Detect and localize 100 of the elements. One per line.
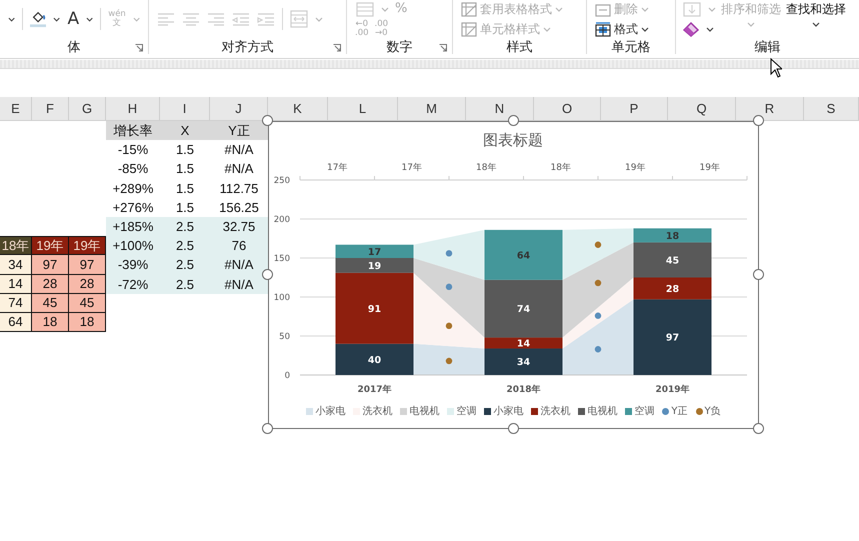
dialog-launcher-icon[interactable] — [333, 44, 341, 52]
legend-label: Y正 — [671, 405, 688, 418]
column-header[interactable]: O — [534, 97, 601, 120]
axis-label: 100 — [274, 293, 290, 303]
table-cell: #N/A — [210, 274, 268, 294]
table-cell: 74 — [0, 294, 32, 313]
table-cell: 28 — [69, 274, 106, 294]
caret-icon[interactable] — [8, 16, 16, 22]
column-header[interactable]: P — [601, 97, 668, 120]
table-header: X — [160, 121, 210, 140]
column-header[interactable]: G — [69, 97, 106, 120]
table-cell-text: -85% — [116, 160, 150, 178]
group-label: 样式 — [506, 39, 532, 56]
table-cell-text: 1.5 — [174, 160, 196, 178]
table-cell-text: -15% — [116, 141, 150, 160]
table-header: 19年 — [32, 236, 69, 256]
column-header[interactable]: L — [328, 97, 398, 120]
table-header: 19年 — [69, 236, 106, 256]
caret-icon[interactable] — [641, 26, 649, 32]
table-cell: 18 — [69, 312, 106, 332]
font-color-button[interactable]: A — [68, 9, 80, 29]
table-cell: 2.5 — [160, 216, 210, 236]
group-label: 单元格 — [612, 39, 650, 56]
legend-label: 电视机 — [587, 404, 618, 418]
legend-label: 小家电 — [315, 404, 346, 418]
table-cell-text: +276% — [112, 198, 154, 217]
legend-label: Y负 — [704, 405, 721, 418]
caret-icon[interactable] — [53, 16, 60, 22]
dialog-launcher-icon[interactable] — [439, 44, 447, 52]
column-header[interactable]: H — [106, 97, 160, 120]
legend-label: 洗衣机 — [540, 404, 570, 418]
table-header: 增长率 — [106, 121, 160, 140]
table-header: 18年 — [0, 236, 32, 256]
table-cell-text: 1.5 — [174, 180, 196, 198]
axis-label: 150 — [274, 254, 290, 264]
resize-handle[interactable] — [508, 423, 518, 434]
caret-icon[interactable] — [86, 16, 94, 22]
table-cell-text: 1.5 — [174, 198, 196, 217]
column-header[interactable]: F — [32, 97, 69, 120]
group-label: 体 — [68, 39, 80, 56]
axis-label: 18年 — [476, 163, 496, 173]
column-header[interactable]: E — [0, 97, 32, 120]
table-cell: 2.5 — [160, 236, 210, 256]
chart-title: 图表标题 — [483, 131, 543, 149]
table-cell: +185% — [106, 216, 160, 236]
column-header[interactable]: S — [804, 97, 859, 120]
resize-handle[interactable] — [262, 269, 273, 280]
table-cell: 2.5 — [160, 274, 210, 294]
axis-label: 2017年 — [357, 385, 392, 395]
table-cell: 28 — [32, 274, 69, 294]
axis-label: 250 — [274, 176, 290, 186]
data-label: 97 — [666, 332, 680, 344]
table-cell: 18 — [32, 312, 69, 332]
table-cell: 76 — [210, 236, 268, 256]
legend-label: 空调 — [456, 404, 476, 418]
data-label: 64 — [516, 250, 530, 262]
resize-handle[interactable] — [753, 269, 764, 280]
find-select-button[interactable]: 查找和选择 — [786, 1, 846, 27]
table-cell: 14 — [0, 274, 32, 294]
legend-label: 空调 — [634, 404, 654, 418]
axis-label: 18年 — [550, 163, 571, 173]
table-cell: #N/A — [210, 255, 268, 274]
column-header[interactable]: I — [160, 97, 210, 120]
resize-handle[interactable] — [753, 115, 764, 126]
axis-label: 50 — [279, 332, 290, 342]
table-cell-text: 156.25 — [218, 198, 260, 217]
caret-icon[interactable] — [706, 26, 714, 32]
axis-label: 19年 — [625, 163, 646, 173]
legend-label: 洗衣机 — [362, 404, 392, 418]
axis-label: 0 — [284, 371, 290, 381]
dialog-launcher-icon[interactable] — [135, 44, 143, 52]
table-cell: -72% — [106, 274, 160, 294]
axis-label: 19年 — [700, 163, 720, 173]
fill-color-icon[interactable] — [30, 9, 46, 29]
table-cell: 2.5 — [160, 255, 210, 274]
data-label: 18 — [666, 230, 680, 242]
data-label: 28 — [666, 284, 680, 295]
table-cell: -39% — [106, 255, 160, 274]
format-button[interactable]: 格式 — [595, 20, 649, 38]
resize-handle[interactable] — [262, 423, 273, 434]
axis-label: 200 — [274, 215, 290, 225]
table-cell: 97 — [32, 255, 69, 274]
data-label: 91 — [368, 304, 382, 315]
axis-label: 17年 — [327, 163, 348, 173]
table-cell: 45 — [32, 294, 69, 313]
table-cell-text: #N/A — [224, 160, 254, 178]
data-label: 14 — [516, 338, 530, 350]
resize-handle[interactable] — [753, 423, 764, 434]
column-header[interactable]: Q — [668, 97, 736, 120]
data-label: 17 — [368, 246, 382, 258]
group-label: 编辑 — [754, 39, 780, 56]
axis-label: 2019年 — [655, 385, 690, 395]
table-cell-text: 1.5 — [174, 141, 196, 160]
group-label: 数字 — [386, 39, 412, 56]
table-cell: 32.75 — [210, 216, 268, 236]
axis-label: 2018年 — [506, 385, 541, 395]
eraser-icon[interactable] — [682, 21, 700, 37]
chart-frame[interactable] — [268, 121, 759, 429]
table-cell-text: 112.75 — [218, 180, 260, 198]
column-header[interactable]: M — [398, 97, 466, 120]
